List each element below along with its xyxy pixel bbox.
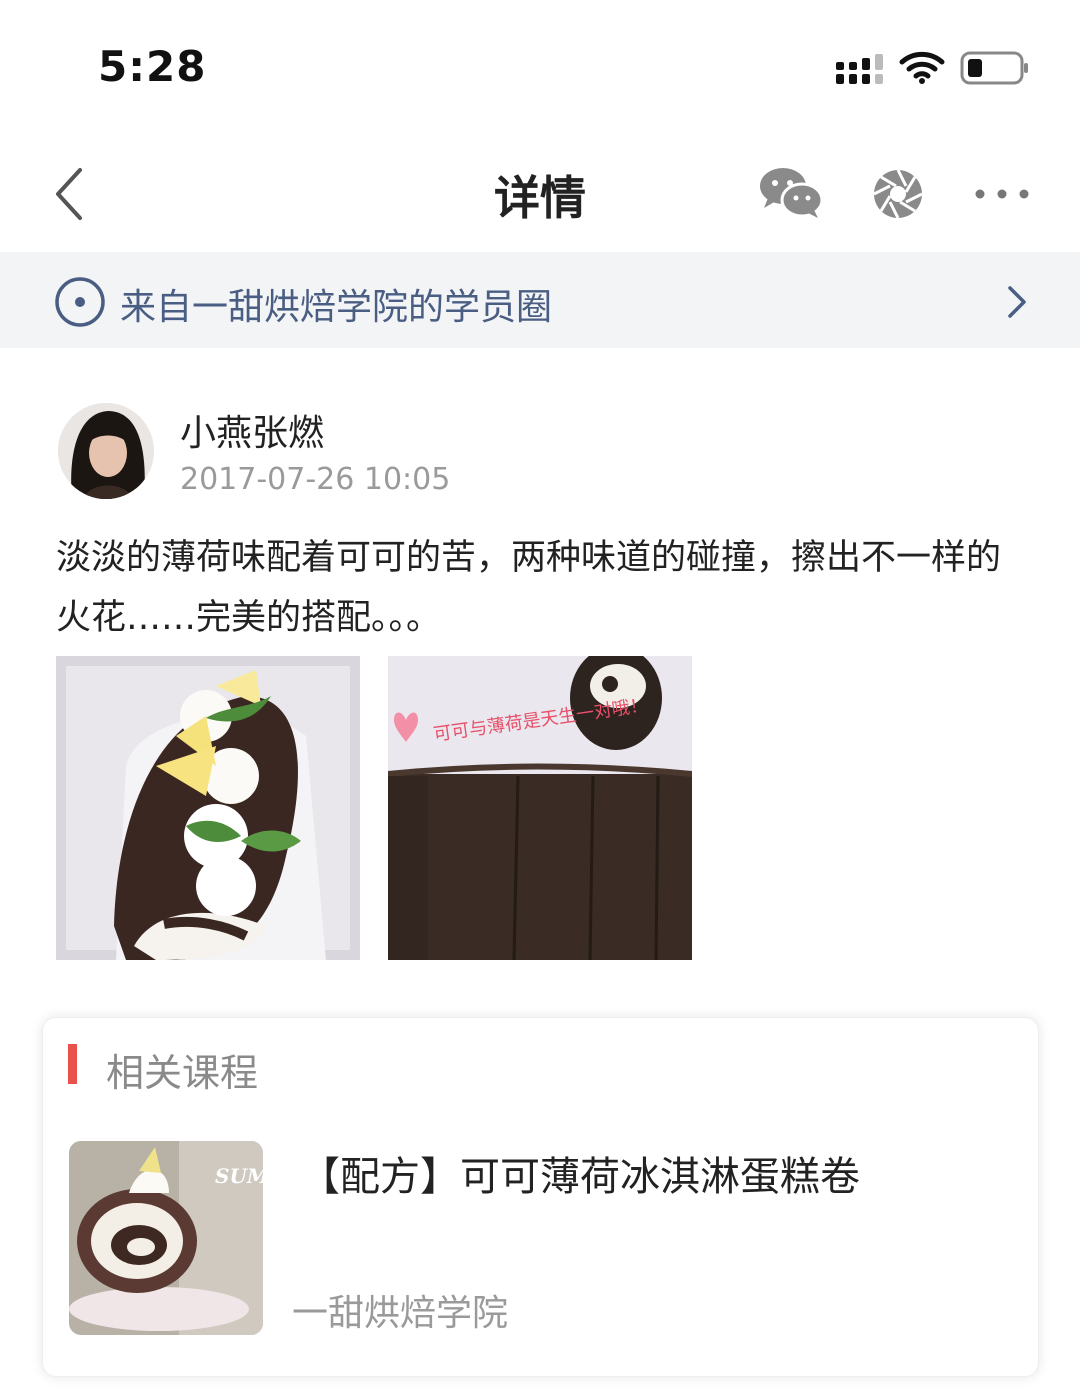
post-timestamp: 2017-07-26 10:05 — [180, 462, 451, 497]
circle-source-icon — [55, 277, 105, 327]
avatar[interactable] — [58, 403, 154, 499]
chevron-right-icon[interactable] — [1002, 284, 1030, 320]
course-thumbnail-image: SUM — [69, 1141, 263, 1335]
course-title[interactable]: 【配方】可可薄荷冰淇淋蛋糕卷 — [300, 1144, 860, 1202]
battery-icon — [960, 51, 1028, 85]
source-banner-text[interactable]: 来自一甜烘焙学院的学员圈 — [120, 278, 552, 330]
moments-share-icon[interactable] — [872, 168, 924, 220]
post-text: 淡淡的薄荷味配着可可的苦，两种味道的碰撞，擦出不一样的火花……完美的搭配。。。 — [56, 538, 1002, 638]
post-author-name[interactable]: 小燕张燃 — [180, 404, 324, 456]
course-thumbnail[interactable]: SUM — [69, 1141, 263, 1335]
thumb-brand-text: SUM — [215, 1164, 263, 1188]
wechat-share-icon[interactable] — [758, 166, 824, 220]
wifi-icon — [899, 51, 945, 84]
cake-roll-image — [56, 656, 360, 960]
cellular-signal-icon — [836, 54, 883, 84]
avatar-image — [58, 403, 154, 499]
status-time: 5:28 — [98, 42, 207, 91]
more-options-icon[interactable] — [974, 188, 1030, 200]
post-photo-chocolate-roll[interactable]: 可可与薄荷是天生一对哦！ — [388, 656, 692, 960]
course-school: 一甜烘焙学院 — [292, 1293, 509, 1334]
chocolate-roll-image: 可可与薄荷是天生一对哦！ — [388, 656, 692, 960]
section-accent-bar — [68, 1044, 77, 1084]
post-photo-cake-roll[interactable] — [56, 656, 360, 960]
related-course-heading: 相关课程 — [106, 1051, 259, 1095]
